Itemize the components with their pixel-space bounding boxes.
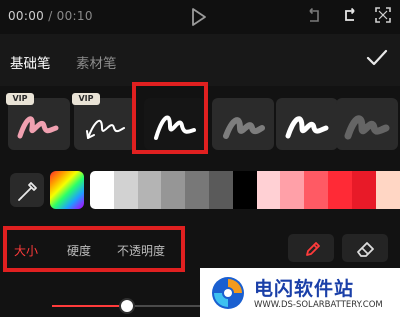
color-swatch[interactable] <box>375 171 400 209</box>
watermark-logo-icon <box>212 277 244 309</box>
color-swatch[interactable] <box>185 171 210 209</box>
brush-stroke-icon <box>86 119 125 139</box>
play-icon[interactable] <box>191 8 207 26</box>
brush-stroke-icon <box>154 115 196 140</box>
color-swatch[interactable] <box>90 171 115 209</box>
brush-stroke-icon <box>285 116 329 139</box>
eraser-icon <box>357 242 374 257</box>
fullscreen-icon[interactable] <box>375 7 391 23</box>
color-swatch[interactable] <box>256 171 281 209</box>
color-picker-button[interactable] <box>50 171 84 209</box>
brush-stroke-icon <box>344 115 390 140</box>
color-swatch[interactable] <box>113 171 139 209</box>
property-size[interactable]: 大小 <box>14 242 38 259</box>
brush-arrow-pen[interactable]: VIP <box>72 93 136 150</box>
property-opacity[interactable]: 不透明度 <box>117 242 165 259</box>
brush-soft-gray[interactable] <box>212 98 274 150</box>
pen-icon <box>306 242 320 256</box>
color-palette <box>0 166 400 212</box>
checkmark-icon[interactable] <box>366 49 388 67</box>
color-swatch[interactable] <box>137 171 162 209</box>
current-time: 00:00 <box>8 9 45 23</box>
tab-basic-pen[interactable]: 基础笔 <box>10 52 51 72</box>
brush-solid-pen[interactable] <box>144 98 206 150</box>
watermark-url: WWW.DS-SOLARBATTERY.COM <box>254 300 383 310</box>
brush-stroke-icon <box>223 117 265 139</box>
brush-properties: 大小 硬度 不透明度 <box>0 224 400 274</box>
color-swatch[interactable] <box>232 171 258 209</box>
eyedropper-icon <box>18 182 37 201</box>
color-swatch[interactable] <box>161 171 186 209</box>
brush-blur-gray[interactable] <box>336 98 398 150</box>
brush-stroke-icon <box>17 116 59 139</box>
color-swatch[interactable] <box>351 171 377 209</box>
slider-knob[interactable] <box>119 298 135 314</box>
brush-bold-white[interactable] <box>276 98 338 150</box>
color-swatch[interactable] <box>328 171 353 209</box>
color-swatch[interactable] <box>304 171 329 209</box>
player-bar: 00:00 / 00:10 <box>0 0 400 34</box>
watermark-title: 电闪软件站 <box>254 278 355 300</box>
eraser-tool-button[interactable] <box>342 234 388 262</box>
tab-material-pen[interactable]: 素材笔 <box>76 52 117 72</box>
vip-badge: VIP <box>72 93 100 105</box>
eyedropper-button[interactable] <box>10 173 44 207</box>
time-separator: / <box>44 9 57 23</box>
undo-icon[interactable] <box>306 8 322 24</box>
color-swatch[interactable] <box>280 171 305 209</box>
duration: 00:10 <box>56 9 93 23</box>
color-swatch[interactable] <box>209 171 234 209</box>
brush-pink-marker[interactable]: VIP <box>6 93 70 150</box>
property-hardness[interactable]: 硬度 <box>67 242 91 259</box>
redo-icon[interactable] <box>342 7 358 23</box>
slider-fill <box>52 305 127 307</box>
pen-tabs: 基础笔 素材笔 <box>0 34 400 86</box>
brush-list: VIP VIP <box>0 82 400 160</box>
vip-badge: VIP <box>6 93 34 105</box>
pen-tool-button[interactable] <box>288 234 334 262</box>
watermark: 电闪软件站 WWW.DS-SOLARBATTERY.COM <box>200 268 400 317</box>
time-display: 00:00 / 00:10 <box>8 9 93 23</box>
